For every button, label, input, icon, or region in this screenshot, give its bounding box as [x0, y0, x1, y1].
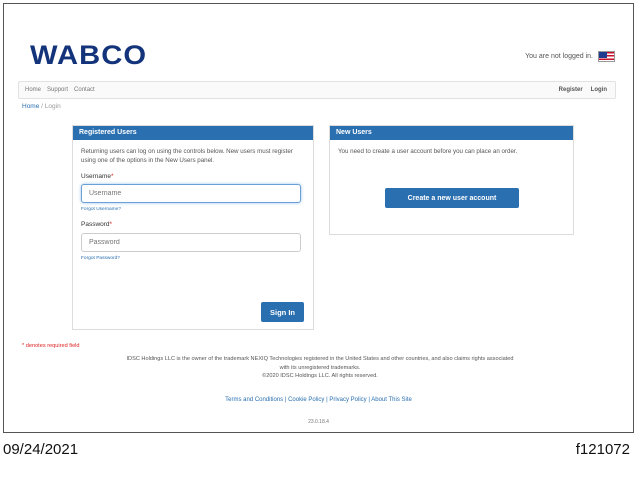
- login-status: You are not logged in.: [525, 51, 615, 62]
- us-flag-icon[interactable]: [598, 51, 615, 62]
- footer-link-separator: |: [284, 397, 287, 403]
- registered-users-intro: Returning users can log on using the con…: [81, 148, 293, 164]
- trademark-notice: IDSC Holdings LLC is the owner of the tr…: [18, 355, 622, 381]
- nav-register-link[interactable]: Register: [559, 87, 583, 93]
- privacy-policy-link[interactable]: Privacy Policy: [329, 397, 366, 403]
- nav-support-link[interactable]: Support: [47, 87, 68, 93]
- trademark-line-2: with its unregistered trademarks.: [279, 364, 361, 371]
- required-field-note: * denotes required field: [22, 343, 80, 349]
- cookie-policy-link[interactable]: Cookie Policy: [288, 397, 324, 403]
- password-label: Password*: [81, 221, 113, 229]
- copyright-text: ©2020 IDSC Holdings LLC. All rights rese…: [262, 373, 378, 380]
- username-label: Username*: [81, 172, 114, 180]
- about-site-link[interactable]: About This Site: [371, 397, 412, 403]
- terms-link[interactable]: Terms and Conditions: [225, 397, 283, 403]
- breadcrumb-separator: /: [41, 103, 43, 110]
- nav-contact-link[interactable]: Contact: [74, 87, 95, 93]
- new-users-panel: New Users You need to create a user acco…: [329, 125, 574, 235]
- registered-users-title: Registered Users: [73, 126, 313, 140]
- username-input[interactable]: [81, 184, 301, 204]
- breadcrumb-home-link[interactable]: Home: [22, 103, 39, 110]
- login-status-text: You are not logged in.: [525, 53, 593, 60]
- footer-links: Terms and Conditions | Cookie Policy | P…: [0, 397, 637, 403]
- top-navbar: Home Support Contact Register Login: [18, 81, 616, 99]
- password-input[interactable]: [81, 232, 301, 252]
- footer-link-separator: |: [326, 397, 328, 403]
- figure-code: f121072: [575, 441, 630, 458]
- breadcrumb: Home / Login: [22, 103, 61, 110]
- breadcrumb-current: Login: [44, 103, 61, 110]
- trademark-line-1: IDSC Holdings LLC is the owner of the tr…: [126, 356, 514, 362]
- forgot-password-link[interactable]: Forgot Password?: [81, 256, 305, 263]
- wabco-logo: WABCO: [30, 40, 148, 70]
- nav-home-link[interactable]: Home: [25, 87, 41, 93]
- nav-login-link[interactable]: Login: [591, 87, 607, 93]
- registered-users-panel: Registered Users Returning users can log…: [72, 125, 314, 330]
- create-account-button[interactable]: Create a new user account: [385, 188, 519, 208]
- sign-in-button[interactable]: Sign In: [261, 302, 304, 322]
- new-users-intro: You need to create a user account before…: [338, 148, 518, 155]
- new-users-title: New Users: [330, 126, 573, 140]
- forgot-username-link[interactable]: Forgot Username?: [81, 207, 305, 214]
- caption-date: 09/24/2021: [3, 441, 79, 458]
- footer-link-separator: |: [368, 397, 370, 403]
- version-number: 23.0.18.4: [308, 419, 329, 425]
